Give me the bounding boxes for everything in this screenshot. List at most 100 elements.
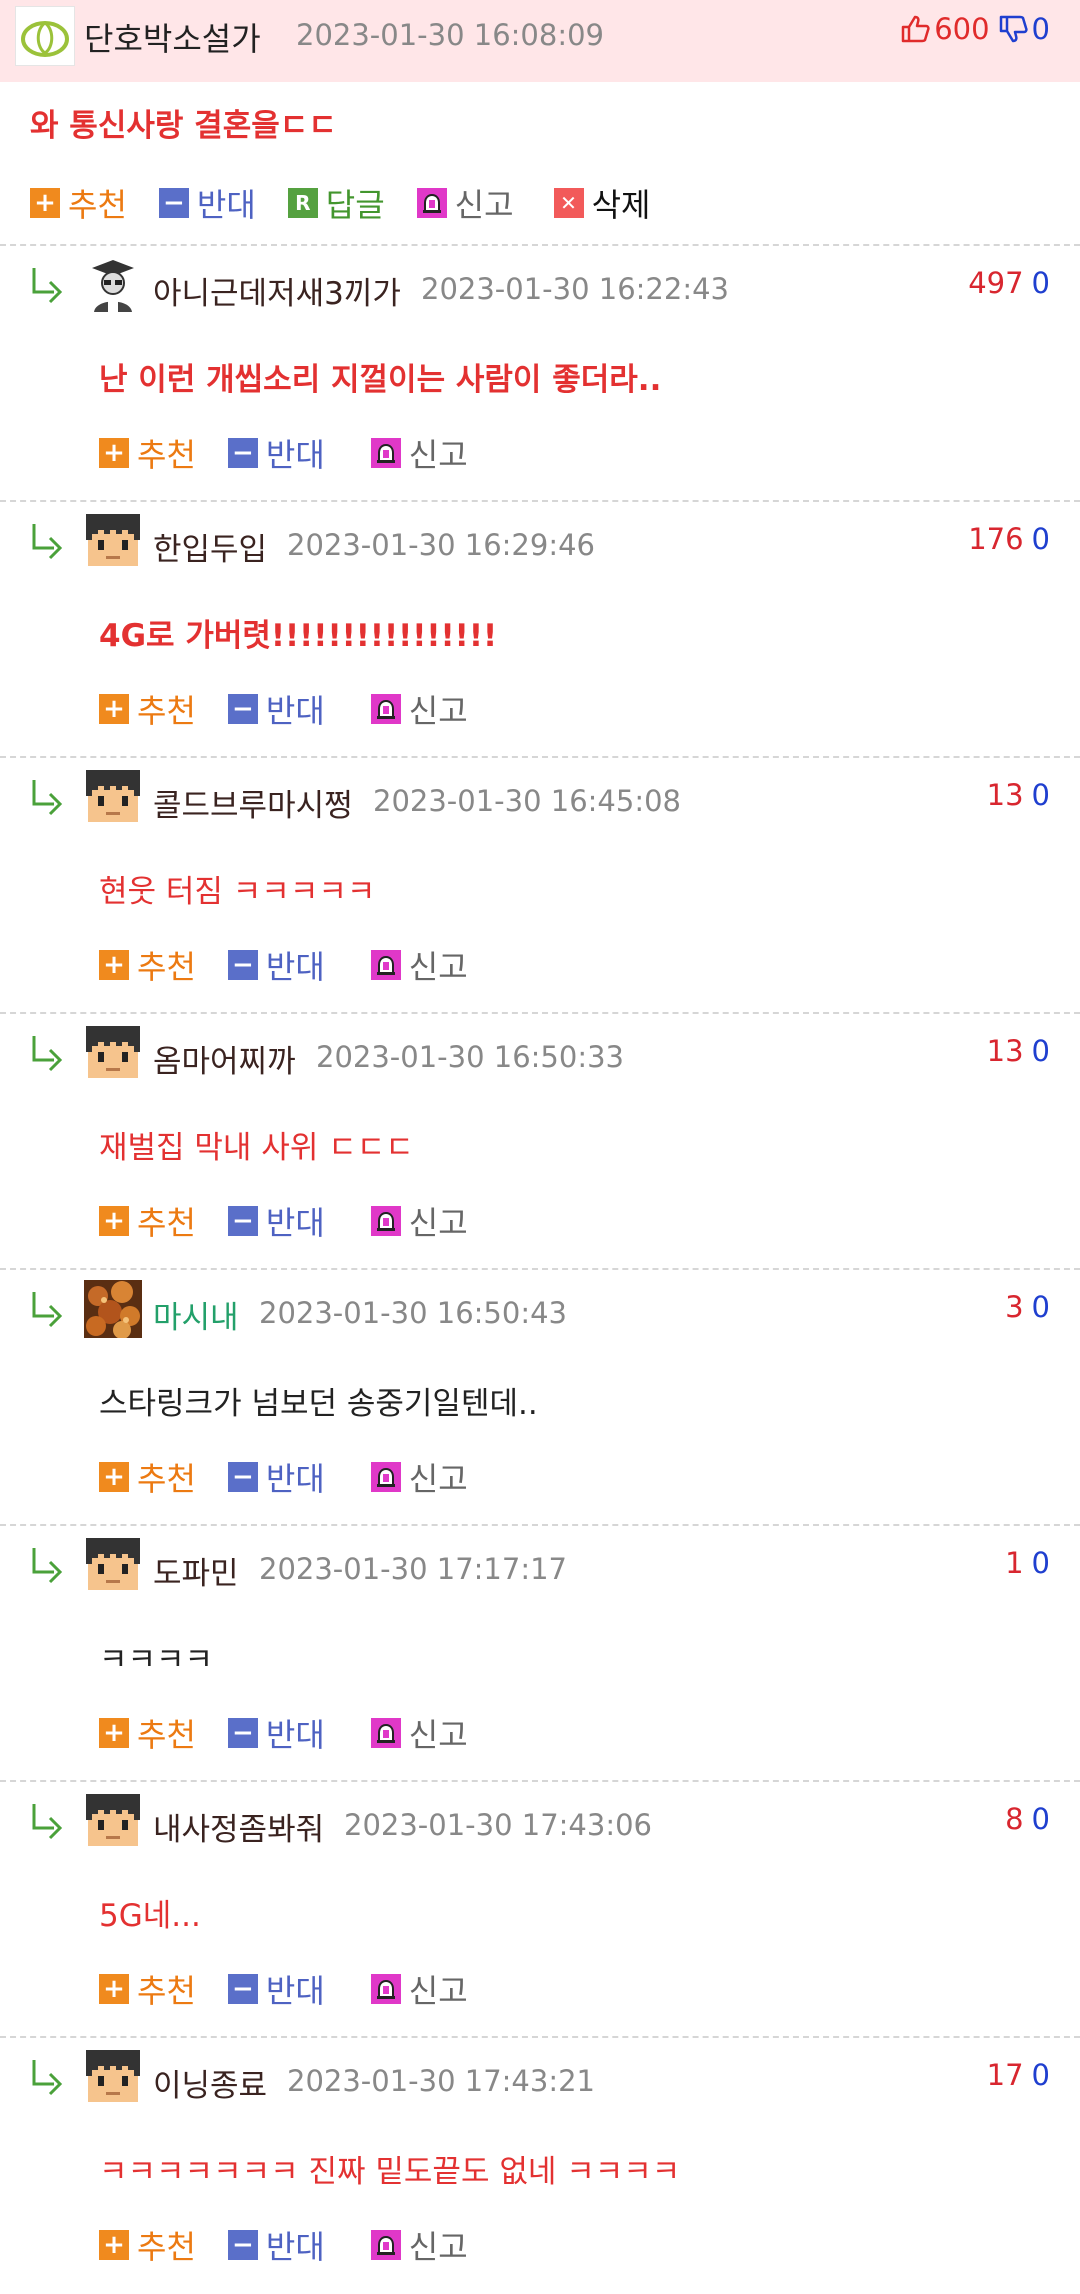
downvote-label: 반대: [265, 948, 325, 986]
upvote-label: 추천: [137, 692, 196, 730]
upvote-button[interactable]: + 추천: [99, 686, 196, 732]
downvote-button[interactable]: − 반대: [227, 430, 325, 476]
reply-arrow-icon: [28, 1288, 68, 1328]
pixel-face-avatar-icon[interactable]: [84, 768, 142, 826]
pixel-face-avatar-icon[interactable]: [84, 1024, 142, 1082]
post-header: 단호박소설가 2023-01-30 16:08:09 600 0: [0, 0, 1080, 82]
comment-upvote-count: 13: [986, 1034, 1024, 1068]
comment-item: 한입두입 2023-01-30 16:29:46 176 0 4G로 가버렷!!!!!!…: [0, 502, 1080, 758]
plus-icon: +: [30, 188, 60, 218]
siren-icon: [370, 438, 401, 468]
thumbs-down-icon[interactable]: [998, 14, 1028, 44]
report-button[interactable]: 신고: [370, 2222, 468, 2268]
plus-icon: +: [99, 1462, 129, 1492]
siren-icon: [370, 1462, 401, 1492]
report-button[interactable]: 신고: [370, 430, 468, 476]
siren-icon: [370, 1974, 401, 2004]
downvote-button[interactable]: − 반대: [227, 686, 325, 732]
upvote-button[interactable]: + 추천: [99, 942, 196, 988]
comment-date: 2023-01-30 16:50:33: [316, 1040, 624, 1074]
downvote-label: 반대: [265, 2228, 325, 2266]
reply-arrow-icon: [28, 520, 68, 560]
upvote-button[interactable]: + 추천: [99, 1454, 196, 1500]
comment-text: ㅋㅋㅋㅋ: [99, 1642, 214, 1678]
report-button[interactable]: 신고: [370, 686, 468, 732]
comment-text: 현웃 터짐 ㅋㅋㅋㅋㅋ: [99, 874, 376, 910]
upvote-label: 추천: [137, 1972, 196, 2010]
minus-icon: −: [227, 1974, 258, 2004]
upvote-label: 추천: [137, 1460, 196, 1498]
downvote-button[interactable]: − 반대: [227, 1966, 325, 2012]
comment-author[interactable]: 옴마어찌까: [153, 1036, 296, 1081]
author-avatar-icon[interactable]: [15, 6, 75, 66]
report-button[interactable]: 신고: [370, 942, 468, 988]
upvote-button[interactable]: + 추천: [30, 180, 127, 226]
comment-action-bar: + 추천 − 반대 신고: [99, 942, 500, 988]
thumbs-up-icon[interactable]: [900, 14, 930, 44]
comment-author[interactable]: 이닝종료: [153, 2060, 267, 2105]
comment-vote-counts: 13 0: [987, 1034, 1050, 1068]
downvote-button[interactable]: − 반대: [158, 180, 256, 226]
downvote-label: 반대: [265, 436, 325, 474]
downvote-button[interactable]: − 반대: [227, 942, 325, 988]
siren-icon: [370, 950, 401, 980]
upvote-button[interactable]: + 추천: [99, 1710, 196, 1756]
upvote-button[interactable]: + 추천: [99, 430, 196, 476]
comment-vote-counts: 17 0: [987, 2058, 1050, 2092]
plus-icon: +: [99, 1718, 129, 1748]
downvote-button[interactable]: − 반대: [227, 1454, 325, 1500]
comment-author[interactable]: 콜드브루마시쩡: [153, 780, 353, 825]
comment-author[interactable]: 아니근데저새3끼가: [153, 268, 401, 313]
hacker-avatar-icon[interactable]: [84, 256, 142, 314]
comment-upvote-count: 17: [986, 2058, 1024, 2092]
report-button[interactable]: 신고: [370, 1710, 468, 1756]
comment-author[interactable]: 내사정좀봐줘: [153, 1804, 324, 1849]
upvote-label: 추천: [137, 1716, 196, 1754]
comment-upvote-count: 3: [1005, 1290, 1024, 1324]
comment-action-bar: + 추천 − 반대 신고: [99, 2222, 500, 2268]
report-button[interactable]: 신고: [370, 1966, 468, 2012]
comment-action-bar: + 추천 − 반대 신고: [99, 1966, 500, 2012]
comment-date: 2023-01-30 16:50:43: [259, 1296, 567, 1330]
delete-button[interactable]: ✕ 삭제: [553, 180, 650, 226]
comment-author[interactable]: 한입두입: [153, 524, 267, 569]
report-label: 신고: [408, 1972, 468, 2010]
comment-vote-counts: 176 0: [968, 522, 1050, 556]
minus-icon: −: [227, 1462, 258, 1492]
downvote-label: 반대: [265, 1716, 325, 1754]
minus-icon: −: [227, 950, 258, 980]
comment-author[interactable]: 도파민: [153, 1548, 239, 1593]
downvote-button[interactable]: − 반대: [227, 1710, 325, 1756]
siren-icon: [370, 694, 401, 724]
comment-action-bar: + 추천 − 반대 신고: [99, 686, 500, 732]
sprout-logo-icon: [21, 21, 69, 57]
report-label: 신고: [408, 1716, 468, 1754]
pixel-face-avatar-icon[interactable]: [84, 1792, 142, 1850]
reply-arrow-icon: [28, 1032, 68, 1072]
report-button[interactable]: 신고: [416, 180, 514, 226]
plus-icon: +: [99, 2230, 129, 2260]
pixel-face-avatar-icon[interactable]: [84, 1536, 142, 1594]
comment-item: 이닝종료 2023-01-30 17:43:21 17 0 ㅋㅋㅋㅋㅋㅋㅋ 진짜 밑도끝…: [0, 2038, 1080, 2294]
food-photo-avatar-icon[interactable]: [84, 1280, 142, 1339]
report-button[interactable]: 신고: [370, 1198, 468, 1244]
reply-button[interactable]: R 답글: [287, 180, 385, 226]
downvote-label: 반대: [265, 1204, 325, 1242]
upvote-button[interactable]: + 추천: [99, 1198, 196, 1244]
siren-icon: [370, 2230, 401, 2260]
downvote-button[interactable]: − 반대: [227, 1198, 325, 1244]
post-author[interactable]: 단호박소설가: [84, 14, 261, 60]
post-downvote-count: 0: [1031, 12, 1050, 46]
minus-icon: −: [227, 438, 258, 468]
pixel-face-avatar-icon[interactable]: [84, 2048, 142, 2106]
pixel-face-avatar-icon[interactable]: [84, 512, 142, 570]
comment-author[interactable]: 마시내: [153, 1292, 239, 1337]
report-button[interactable]: 신고: [370, 1454, 468, 1500]
reply-icon: R: [287, 188, 318, 218]
report-label: 신고: [408, 2228, 468, 2266]
siren-icon: [370, 1718, 401, 1748]
upvote-button[interactable]: + 추천: [99, 2222, 196, 2268]
downvote-button[interactable]: − 반대: [227, 2222, 325, 2268]
upvote-button[interactable]: + 추천: [99, 1966, 196, 2012]
comment-downvote-count: 0: [1031, 778, 1050, 812]
